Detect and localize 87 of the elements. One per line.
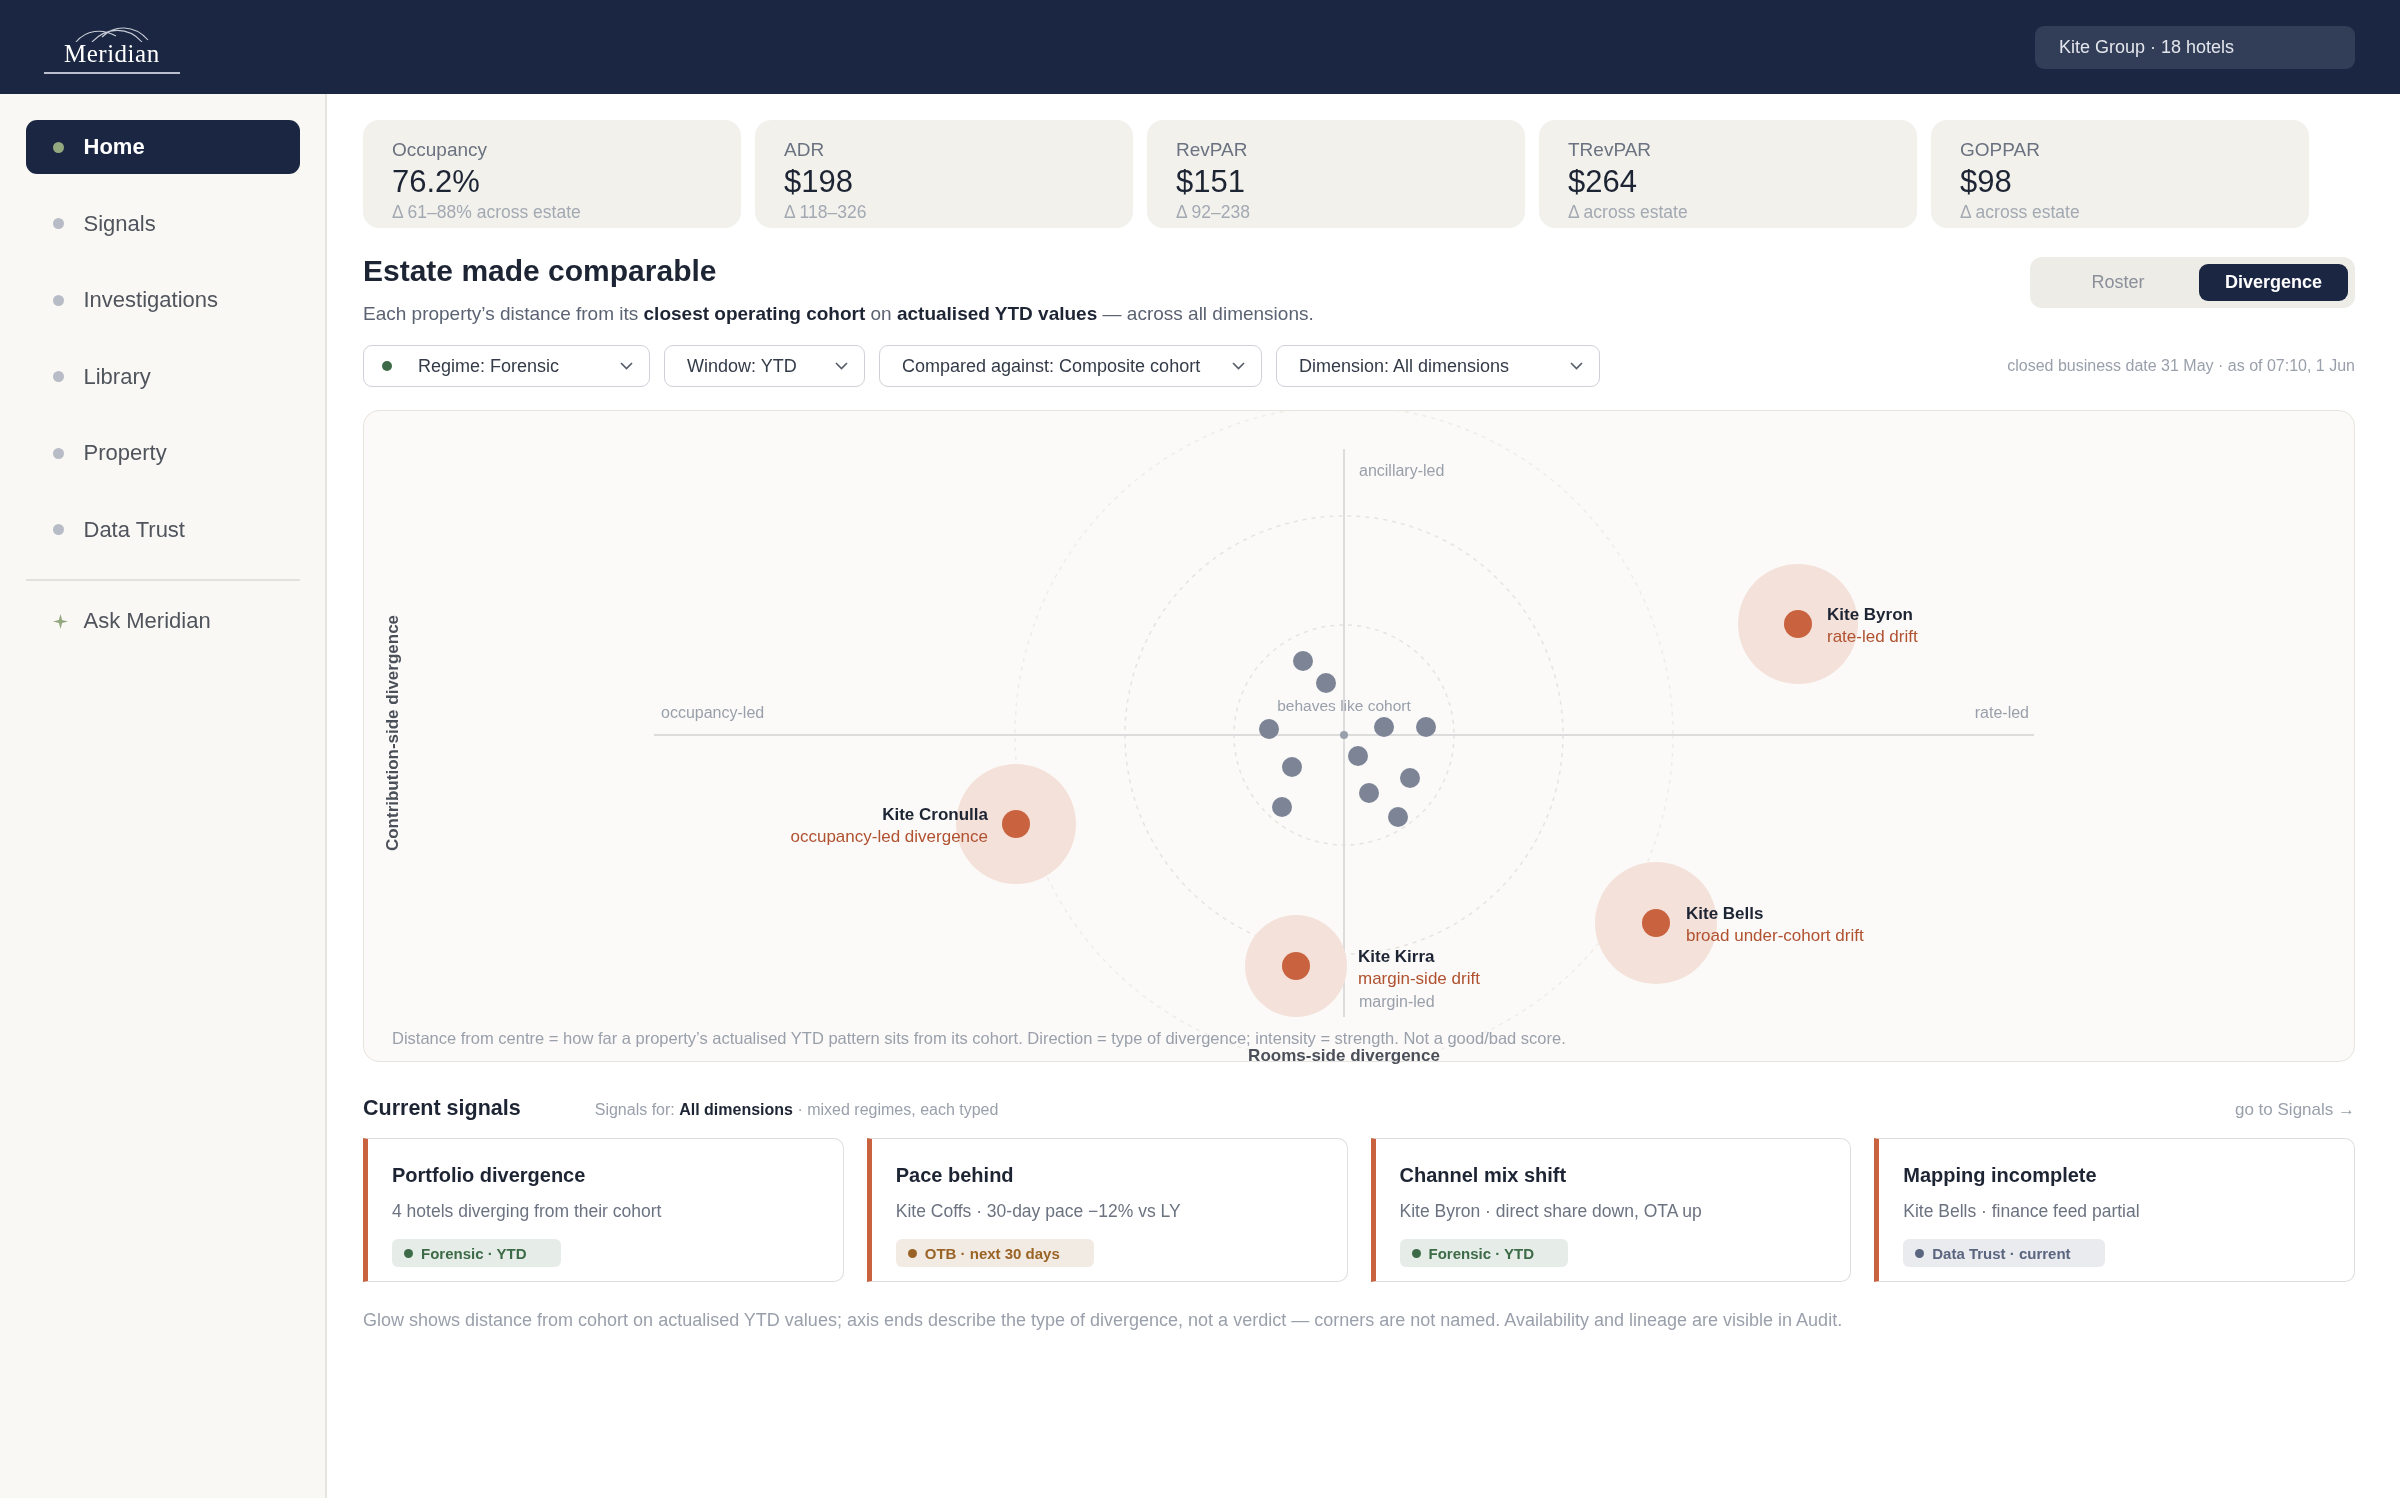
centre-label: behaves like cohort [1277,697,1411,715]
y-axis-title: Contribution-side divergence [383,614,403,852]
kpi-value: $264 [1568,163,1638,201]
filter-dropdown[interactable]: Regime: Forensic [363,345,650,387]
dot-icon [52,218,64,229]
estate-selector[interactable]: Kite Group · 18 hotels [2035,25,2355,69]
kpi-value: 76.2% [392,163,481,201]
dot-icon [52,524,64,535]
view-tab[interactable]: Divergence [2199,264,2348,301]
cohort-dot-icon [1416,717,1436,737]
cohort-dot-icon [1282,757,1302,777]
cohort-dot-icon [1348,746,1368,766]
signal-detail: 4 hotels diverging from their cohort [392,1200,663,1223]
page-footnote: Glow shows distance from cohort on actualised YTD values; axis ends describe the type of divergence, not a verdict — corners are not named. Availability and lineage are visible in Audit. [363,1309,1844,1332]
kpi-label: GOPPAR [1960,138,2041,162]
property-name: Kite Bells [1686,903,1765,925]
divergence-note: margin-side drift [1358,968,1480,990]
kpi-range: Δ across estate [1568,201,1689,223]
dot-icon [52,371,64,382]
property-name: Kite Kirra [1358,946,1436,968]
dot-icon [52,294,64,306]
signal-title: Channel mix shift [1399,1163,1568,1188]
x-axis-title: Rooms-side divergence [1248,1047,1440,1064]
kpi-label: TRevPAR [1568,138,1653,162]
filter-dropdown[interactable]: Window: YTD [664,345,865,387]
tag-label: Forensic · YTD [421,1244,527,1262]
nav-item[interactable]: Data Trust [26,502,300,557]
kpi-range: Δ 118–326 [784,201,868,223]
divergence-note: broad under-cohort drift [1686,925,1864,947]
cohort-dot-icon [1316,673,1336,693]
filter-dropdown[interactable]: Compared against: Composite cohort [879,345,1262,387]
dot-icon [52,447,64,459]
signals-title: Current signals [363,1095,521,1122]
axis-end-label: occupancy-led [661,704,765,722]
property-name: Kite Byron [1827,604,1914,626]
signal-title: Portfolio divergence [392,1163,587,1188]
chevron-down-icon [1232,362,1245,370]
kpi-value: $198 [784,163,854,201]
cohort-dot-icon [1359,783,1379,803]
kpi-value: $98 [1960,163,2013,201]
assistant-link[interactable]: Ask Meridian [26,594,300,648]
chart-footnote: Distance from centre = how far a property’s actualised YTD pattern sits from its cohort. Direction = type of divergence; intensity = strength. Not a good/bad score. [392,1030,1566,1047]
cohort-dot-icon [1374,717,1394,737]
nav-item[interactable]: Home [26,120,300,174]
nav-item[interactable]: Signals [26,196,300,251]
tag-label: Forensic · YTD [1428,1244,1535,1262]
tag-label: OTB · next 30 days [924,1244,1060,1262]
nav-item[interactable]: Property [26,426,300,480]
property-name: Kite Cronulla [881,804,988,826]
kpi-label: Occupancy [392,138,489,162]
cohort-dot-icon [1400,768,1420,788]
section-subtitle: Each property’s distance from its closest operating cohort on actualised YTD values — across all dimensions. [363,302,1314,326]
cohort-dot-icon [1388,807,1408,827]
kpi-value: $151 [1176,163,1246,201]
signal-detail: Kite Coffs · 30-day pace −12% vs LY [895,1200,1182,1223]
as-of-date: closed business date 31 May · as of 07:10, 1 Jun [2007,357,2355,375]
chevron-down-icon [1570,362,1583,370]
cohort-dot-icon [1272,797,1292,817]
brand-name: Meridian [64,42,160,66]
divergence-note: rate-led drift [1827,626,1918,648]
signal-title: Mapping incomplete [1903,1163,2098,1188]
signal-detail: Kite Bells · finance feed partial [1903,1200,2141,1223]
chevron-down-icon [620,362,633,370]
cohort-dot-icon [1259,719,1279,739]
filter-dropdown[interactable]: Dimension: All dimensions [1276,345,1600,387]
kpi-label: ADR [784,138,826,162]
centre-dot-icon [1340,731,1348,739]
kpi-range: Δ 61–88% across estate [392,201,582,223]
axis-end-label: margin-led [1359,993,1435,1011]
axis-end-label: ancillary-led [1359,462,1445,480]
kpi-range: Δ 92–238 [1176,201,1251,223]
tag-label: Data Trust · current [1932,1244,2071,1262]
signal-detail: Kite Byron · direct share down, OTA up [1399,1200,1703,1223]
nav-item[interactable]: Investigations [26,273,300,327]
sparkle-icon [52,613,68,629]
signal-title: Pace behind [895,1163,1015,1188]
kpi-label: RevPAR [1176,138,1249,162]
cohort-dot-icon [1293,651,1313,671]
signals-scope: Signals for: All dimensions · mixed regimes, each typed [594,1101,999,1119]
divergence-note: occupancy-led divergence [790,826,988,848]
chevron-down-icon [835,362,848,370]
kpi-range: Δ across estate [1960,201,2081,223]
nav-item[interactable]: Library [26,349,300,404]
axis-end-label: rate-led [1974,704,2029,722]
dot-icon [52,141,64,153]
section-title: Estate made comparable [363,253,718,289]
outlier-marker-icon [1245,915,1347,1017]
